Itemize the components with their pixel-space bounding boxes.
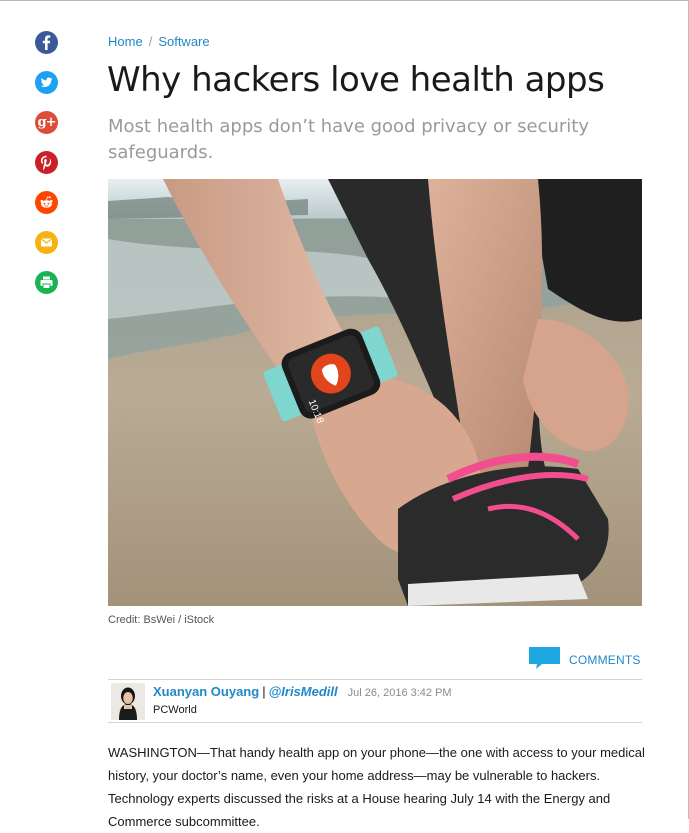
image-credit: Credit: BsWei / iStock <box>108 614 215 626</box>
comments-label: COMMENTS <box>569 653 641 667</box>
publish-date: Jul 26, 2016 3:42 PM <box>347 687 452 699</box>
twitter-icon <box>35 71 58 94</box>
google-plus-share-button[interactable]: g+ <box>35 111 58 134</box>
facebook-share-button[interactable] <box>35 31 58 54</box>
author-name-link[interactable]: Xuanyan Ouyang <box>153 684 259 699</box>
window-top-border <box>0 0 689 1</box>
print-share-button[interactable] <box>35 271 58 294</box>
article-body-paragraph: WASHINGTON—That handy health app on your… <box>108 745 645 829</box>
email-share-button[interactable] <box>35 231 58 254</box>
byline-separator: | <box>262 684 266 699</box>
pinterest-share-button[interactable] <box>35 151 58 174</box>
comment-bubble-icon <box>528 646 561 675</box>
byline: Xuanyan Ouyang | @IrisMedill Jul 26, 2016 3… <box>153 684 452 699</box>
reddit-share-button[interactable] <box>35 191 58 214</box>
breadcrumb-home-link[interactable]: Home <box>108 34 143 49</box>
google-plus-icon: g+ <box>37 115 57 130</box>
facebook-icon <box>35 31 58 54</box>
breadcrumb-separator: / <box>148 34 153 49</box>
byline-top-divider <box>108 679 642 680</box>
article-headline: Why hackers love health apps <box>107 60 605 100</box>
hero-image: 10:18 <box>108 179 642 606</box>
pinterest-icon <box>35 151 58 174</box>
author-twitter-handle-link[interactable]: @IrisMedill <box>269 684 338 699</box>
author-avatar[interactable] <box>111 683 145 720</box>
article-dek: Most health apps don’t have good privacy… <box>108 116 589 163</box>
breadcrumb: Home / Software <box>108 34 210 49</box>
twitter-share-button[interactable] <box>35 71 58 94</box>
publication-name: PCWorld <box>153 704 197 716</box>
print-icon <box>35 271 58 294</box>
byline-bottom-divider <box>108 722 642 723</box>
email-icon <box>35 231 58 254</box>
reddit-icon <box>35 191 58 214</box>
breadcrumb-software-link[interactable]: Software <box>158 34 209 49</box>
comments-link[interactable]: COMMENTS <box>528 646 641 675</box>
